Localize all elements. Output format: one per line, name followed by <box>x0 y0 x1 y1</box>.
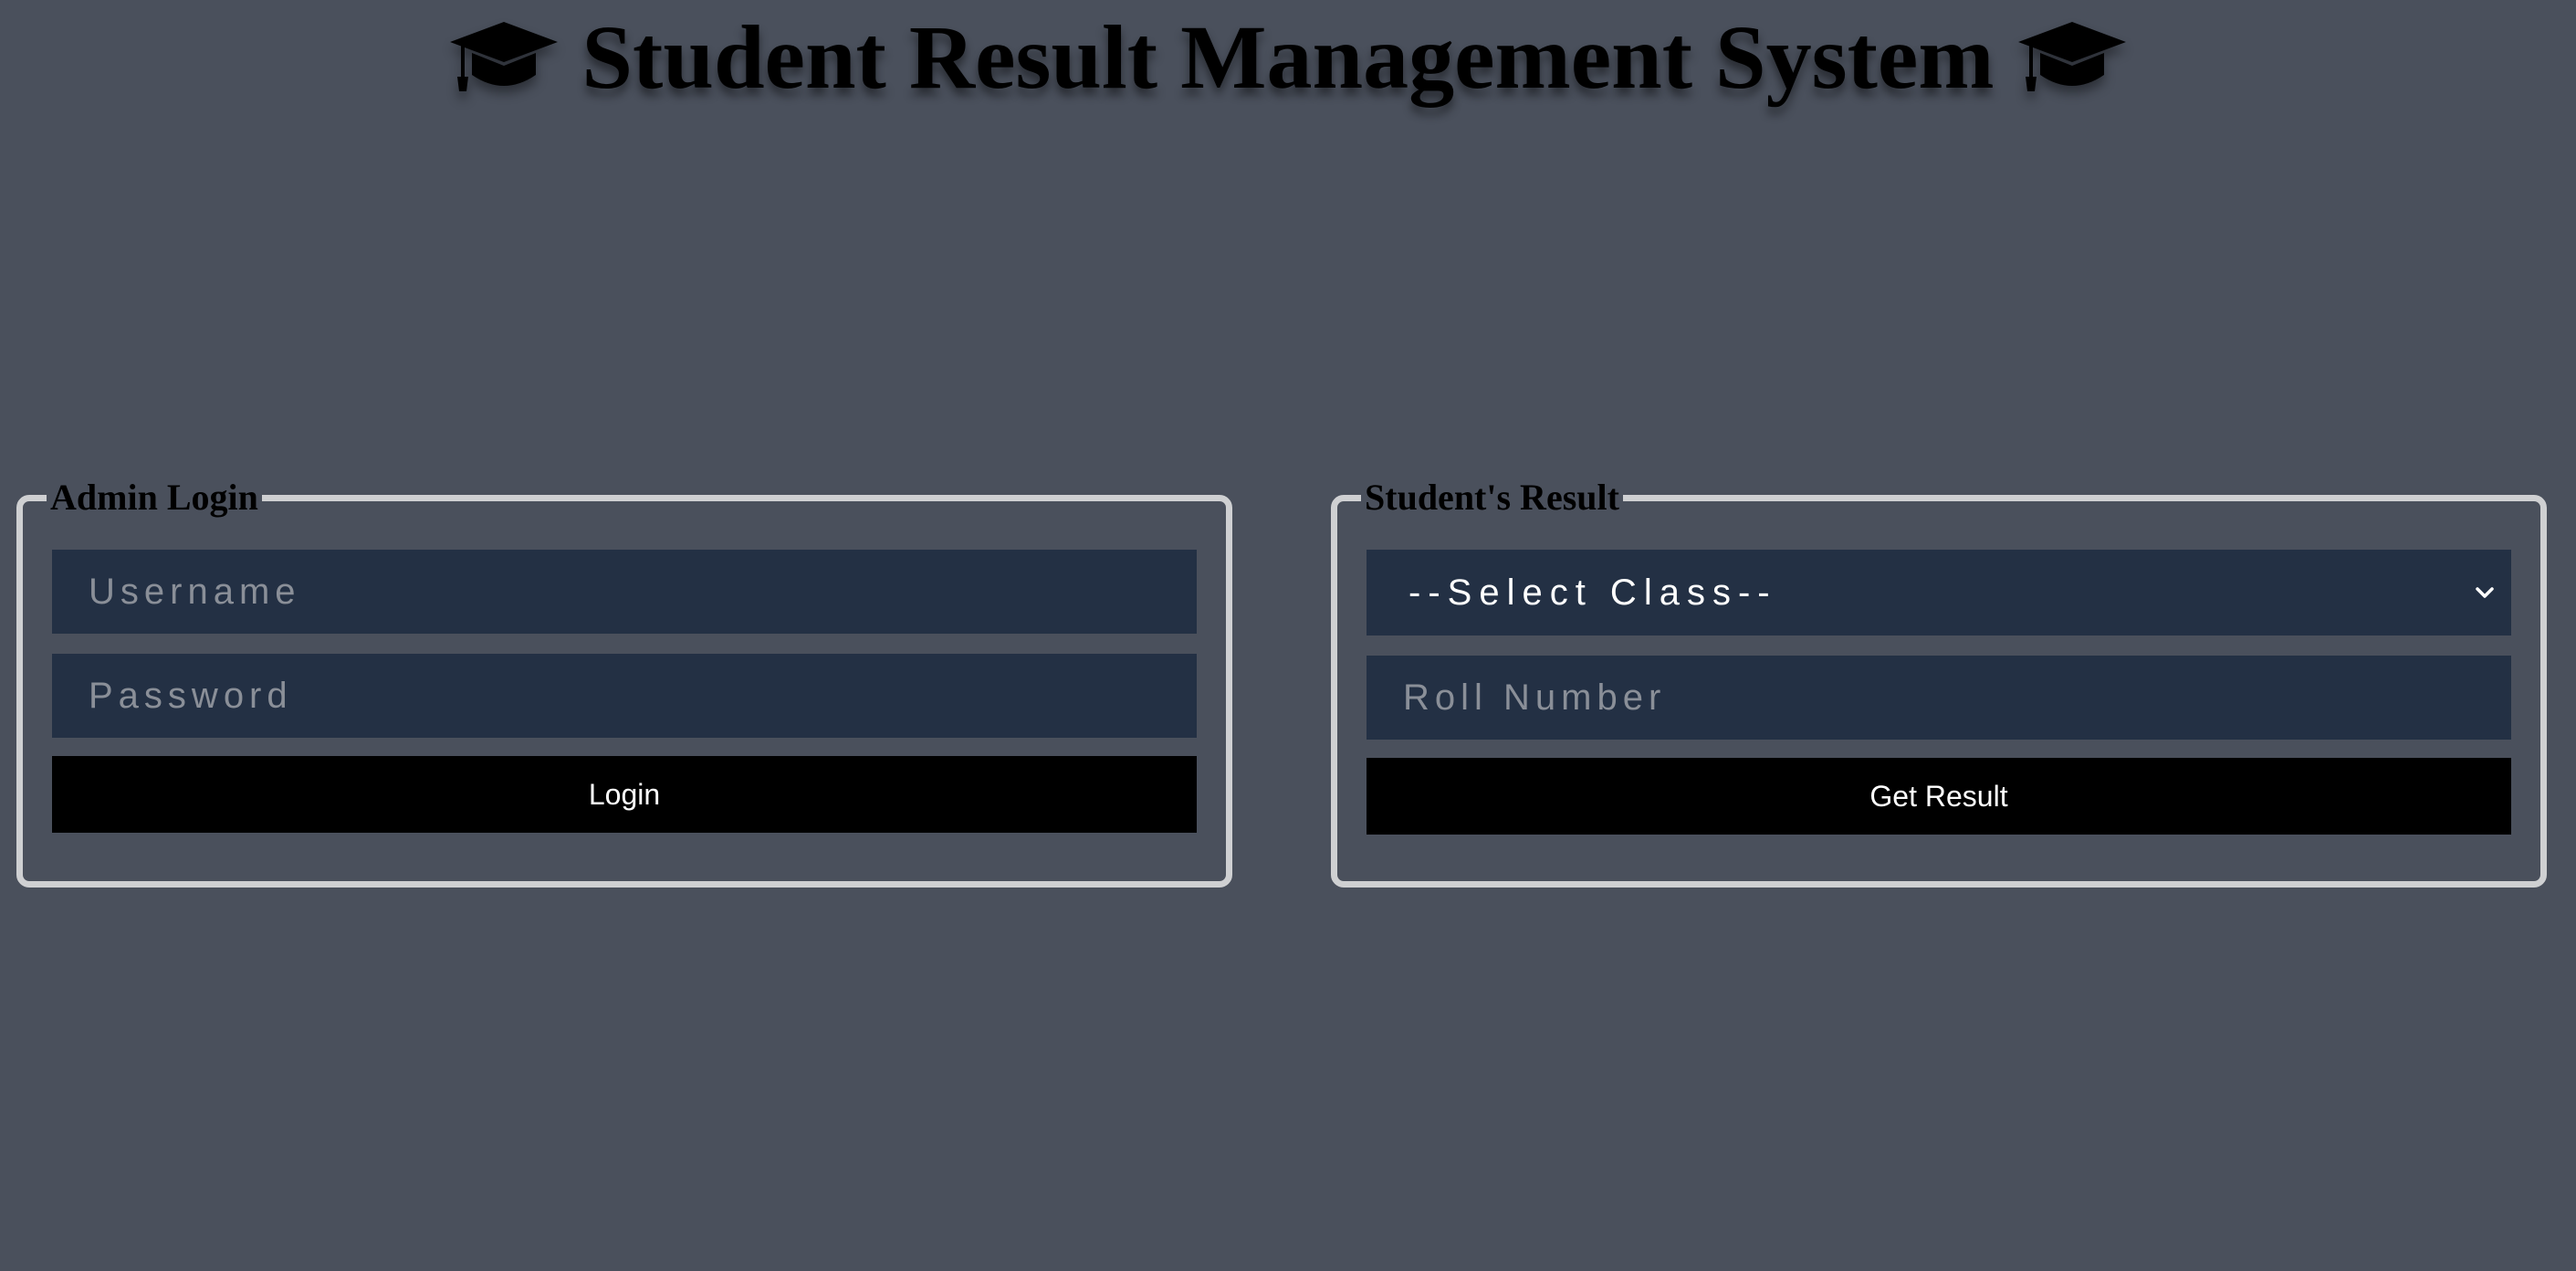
admin-login-panel: Admin Login Login <box>16 477 1232 888</box>
page-title: Student Result Management System <box>0 7 2576 108</box>
username-input[interactable] <box>52 550 1197 634</box>
student-result-panel: Student's Result --Select Class-- Get Re… <box>1331 477 2547 888</box>
login-button[interactable]: Login <box>52 756 1197 833</box>
student-result-legend: Student's Result <box>1365 477 1619 518</box>
admin-login-legend: Admin Login <box>50 477 258 518</box>
graduation-cap-icon <box>2015 18 2130 97</box>
chevron-down-icon <box>2475 583 2495 603</box>
graduation-cap-icon <box>446 18 561 97</box>
roll-number-input[interactable] <box>1367 656 2511 740</box>
page-title-text: Student Result Management System <box>581 6 1995 108</box>
password-input[interactable] <box>52 654 1197 738</box>
get-result-button[interactable]: Get Result <box>1367 758 2511 835</box>
class-select-value: --Select Class-- <box>1408 572 1777 613</box>
class-select[interactable]: --Select Class-- <box>1367 550 2511 636</box>
